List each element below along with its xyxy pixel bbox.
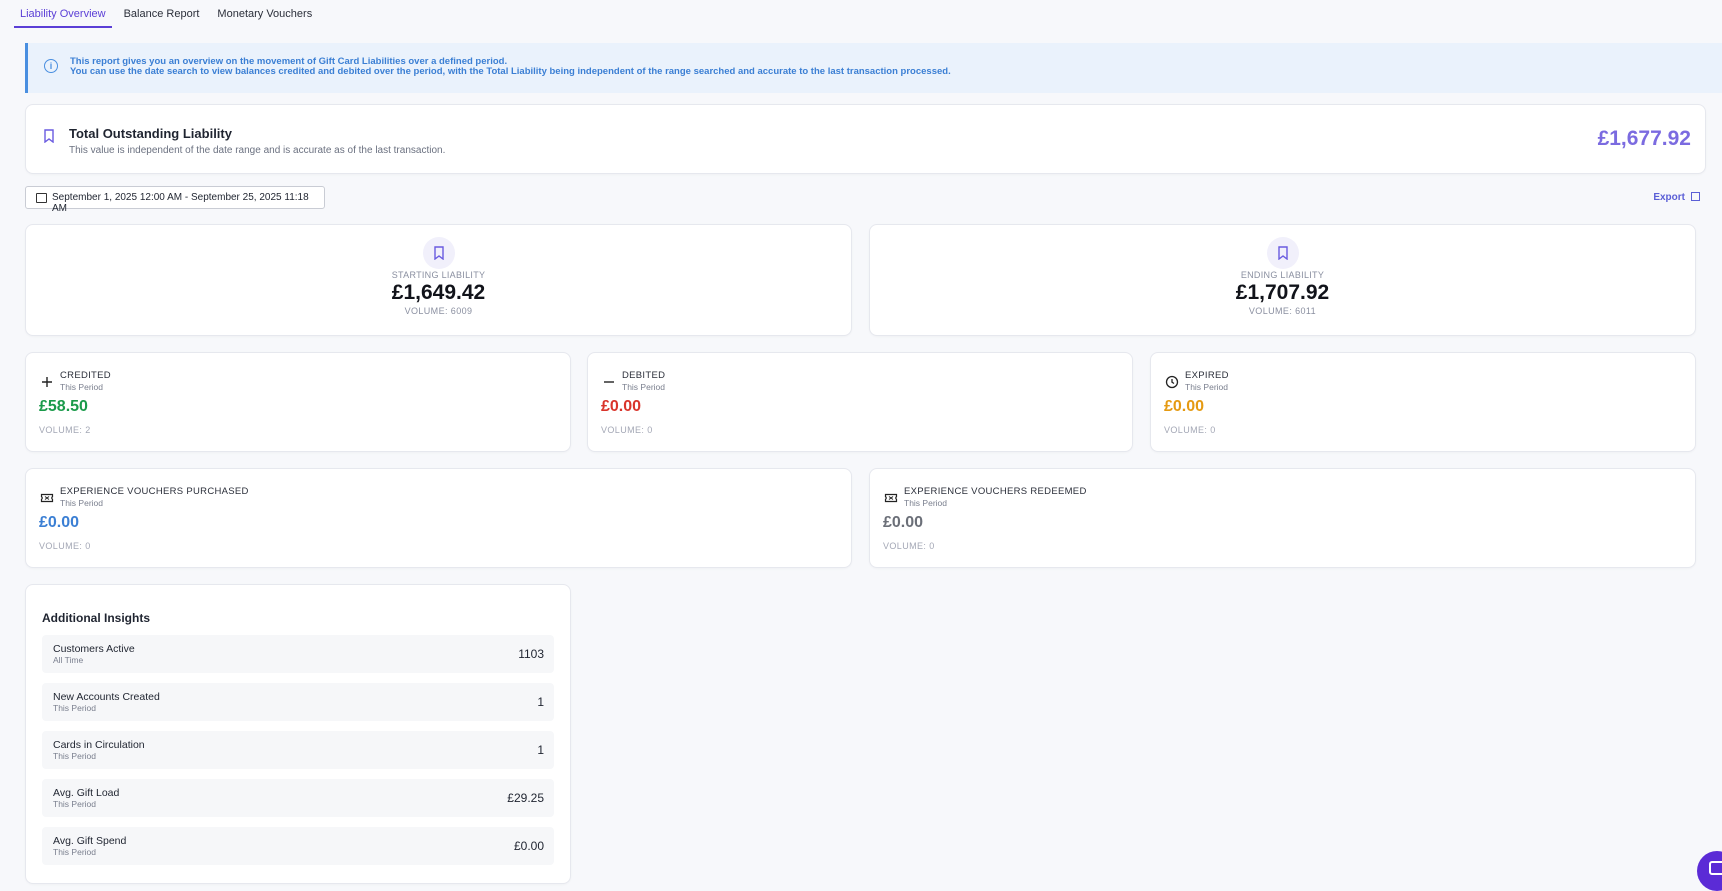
additional-insights-title: Additional Insights bbox=[42, 611, 150, 625]
insight-value: 1103 bbox=[518, 647, 544, 661]
chat-launcher-button[interactable] bbox=[1697, 851, 1722, 891]
starting-liability-label: STARTING LIABILITY bbox=[391, 270, 486, 280]
date-range-label: September 1, 2025 12:00 AM - September 2… bbox=[52, 192, 309, 214]
expired-label: EXPIRED bbox=[1185, 370, 1229, 381]
ending-liability-volume: VOLUME: 6011 bbox=[1248, 306, 1317, 316]
info-line-2: You can use the date search to view bala… bbox=[70, 66, 951, 77]
calendar-icon bbox=[36, 193, 47, 203]
insight-name: Customers Active bbox=[53, 643, 135, 655]
total-liability-amount: £1,677.92 bbox=[1597, 127, 1691, 150]
plus-icon bbox=[42, 377, 52, 387]
insight-name: Avg. Gift Spend bbox=[53, 835, 127, 847]
starting-liability-card: STARTING LIABILITY £1,649.42 VOLUME: 600… bbox=[25, 224, 852, 336]
insight-value: £29.25 bbox=[507, 791, 544, 805]
tab-balance-report[interactable]: Balance Report bbox=[118, 0, 206, 26]
experience-vouchers-redeemed-card: EXPERIENCE VOUCHERS REDEEMED This Period… bbox=[869, 468, 1696, 568]
tab-monetary-vouchers[interactable]: Monetary Vouchers bbox=[211, 0, 318, 26]
debited-value: £0.00 bbox=[601, 398, 642, 415]
insight-period: All Time bbox=[53, 655, 84, 665]
total-liability-title: Total Outstanding Liability bbox=[69, 126, 232, 141]
expired-volume: VOLUME: 0 bbox=[1164, 425, 1216, 435]
external-link-icon bbox=[1691, 192, 1700, 201]
debited-card: DEBITED This Period £0.00 VOLUME: 0 bbox=[587, 352, 1133, 452]
clock-icon bbox=[1165, 375, 1179, 389]
insight-period: This Period bbox=[53, 847, 96, 857]
experience-vouchers-purchased-volume: VOLUME: 0 bbox=[39, 541, 91, 551]
starting-liability-value: £1,649.42 bbox=[391, 281, 486, 304]
insight-period: This Period bbox=[53, 799, 96, 809]
date-range-picker[interactable]: September 1, 2025 12:00 AM - September 2… bbox=[25, 186, 325, 214]
minus-icon bbox=[604, 381, 614, 383]
insight-period: This Period bbox=[53, 703, 96, 713]
experience-vouchers-purchased-period: This Period bbox=[60, 498, 103, 508]
bookmark-icon bbox=[1266, 237, 1299, 269]
info-icon: i bbox=[44, 59, 58, 73]
experience-vouchers-redeemed-label: EXPERIENCE VOUCHERS REDEEMED bbox=[904, 486, 1087, 497]
export-label: Export bbox=[1653, 192, 1685, 203]
ending-liability-value: £1,707.92 bbox=[1235, 281, 1330, 304]
info-banner: i This report gives you an overview on t… bbox=[25, 43, 1722, 93]
bookmark-icon bbox=[43, 129, 55, 148]
export-button[interactable]: Export bbox=[1653, 192, 1700, 203]
insight-value: 1 bbox=[537, 743, 544, 757]
credited-value: £58.50 bbox=[39, 398, 88, 415]
insight-name: New Accounts Created bbox=[53, 691, 160, 703]
insight-period: This Period bbox=[53, 751, 96, 761]
bookmark-icon bbox=[422, 237, 455, 269]
insight-row: Cards in Circulation This Period 1 bbox=[42, 731, 554, 769]
experience-vouchers-purchased-label: EXPERIENCE VOUCHERS PURCHASED bbox=[60, 486, 249, 497]
credited-card: CREDITED This Period £58.50 VOLUME: 2 bbox=[25, 352, 571, 452]
additional-insights-card: Additional Insights Customers Active All… bbox=[25, 584, 571, 884]
tab-liability-overview[interactable]: Liability Overview bbox=[14, 0, 112, 28]
experience-vouchers-purchased-card: EXPERIENCE VOUCHERS PURCHASED This Perio… bbox=[25, 468, 852, 568]
insight-row: Customers Active All Time 1103 bbox=[42, 635, 554, 673]
insight-row: Avg. Gift Load This Period £29.25 bbox=[42, 779, 554, 817]
insight-name: Cards in Circulation bbox=[53, 739, 145, 751]
ending-liability-label: ENDING LIABILITY bbox=[1240, 270, 1325, 280]
insight-value: 1 bbox=[537, 695, 544, 709]
expired-value: £0.00 bbox=[1164, 398, 1205, 415]
experience-vouchers-redeemed-volume: VOLUME: 0 bbox=[883, 541, 935, 551]
insight-name: Avg. Gift Load bbox=[53, 787, 120, 799]
credited-volume: VOLUME: 2 bbox=[39, 425, 91, 435]
total-liability-subtitle: This value is independent of the date ra… bbox=[69, 145, 446, 156]
total-outstanding-liability-card: Total Outstanding Liability This value i… bbox=[25, 104, 1706, 174]
experience-vouchers-redeemed-value: £0.00 bbox=[883, 514, 924, 531]
expired-card: EXPIRED This Period £0.00 VOLUME: 0 bbox=[1150, 352, 1696, 452]
insight-row: Avg. Gift Spend This Period £0.00 bbox=[42, 827, 554, 865]
ticket-icon bbox=[40, 493, 54, 503]
insight-row: New Accounts Created This Period 1 bbox=[42, 683, 554, 721]
ending-liability-card: ENDING LIABILITY £1,707.92 VOLUME: 6011 bbox=[869, 224, 1696, 336]
experience-vouchers-purchased-value: £0.00 bbox=[39, 514, 80, 531]
debited-volume: VOLUME: 0 bbox=[601, 425, 653, 435]
credited-label: CREDITED bbox=[60, 370, 111, 381]
credited-period: This Period bbox=[60, 382, 103, 392]
ticket-icon bbox=[884, 493, 898, 503]
experience-vouchers-redeemed-period: This Period bbox=[904, 498, 947, 508]
debited-period: This Period bbox=[622, 382, 665, 392]
insight-value: £0.00 bbox=[513, 839, 544, 853]
report-tabs: Liability Overview Balance Report Moneta… bbox=[14, 0, 324, 28]
chat-icon bbox=[1709, 861, 1722, 875]
debited-label: DEBITED bbox=[622, 370, 666, 381]
expired-period: This Period bbox=[1185, 382, 1228, 392]
starting-liability-volume: VOLUME: 6009 bbox=[404, 306, 473, 316]
